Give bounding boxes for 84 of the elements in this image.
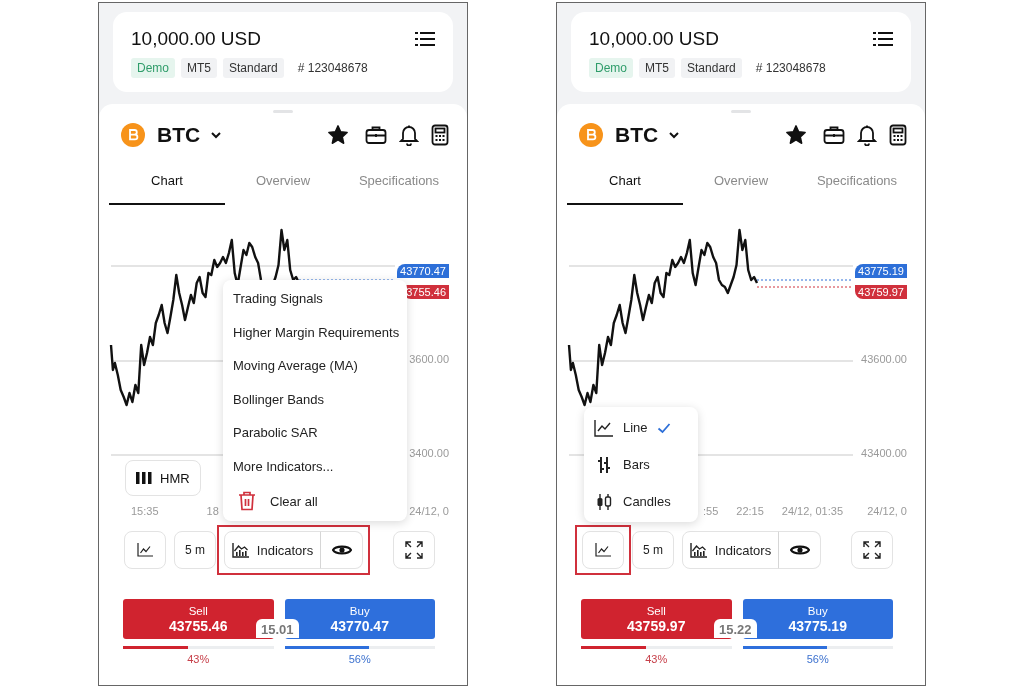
eye-icon: [789, 543, 810, 557]
account-balance: 10,000.00 USD: [589, 28, 719, 50]
tab[interactable]: Chart: [109, 157, 225, 205]
fullscreen-icon: [405, 541, 423, 559]
trash-icon: [238, 491, 256, 511]
hmr-button[interactable]: HMR: [125, 460, 201, 496]
indicators-button[interactable]: Indicators: [682, 531, 779, 569]
time-axis-label: 15:35: [131, 505, 159, 517]
indicators-button[interactable]: Indicators: [224, 531, 321, 569]
timeframe-button[interactable]: 5 m: [174, 531, 216, 569]
chart-type-button[interactable]: [124, 531, 166, 569]
briefcase-icon[interactable]: [823, 125, 845, 145]
tab[interactable]: Overview: [683, 157, 799, 205]
time-axis-label: 24/12, 0: [409, 505, 449, 517]
menu-item[interactable]: Moving Average (MA): [223, 349, 407, 383]
ask-price-tag: 43770.47: [397, 264, 449, 278]
menu-icon[interactable]: [873, 30, 893, 48]
menu-item[interactable]: Line: [584, 409, 698, 446]
sell-share-percent: 43%: [645, 653, 668, 665]
bell-icon[interactable]: [399, 124, 419, 146]
menu-icon[interactable]: [415, 30, 435, 48]
price-axis-label: 43600.00: [861, 353, 907, 365]
symbol-name[interactable]: BTC: [157, 123, 201, 147]
star-icon[interactable]: [785, 124, 807, 146]
fullscreen-button[interactable]: [393, 531, 435, 569]
fullscreen-button[interactable]: [851, 531, 893, 569]
account-tag: MT5: [639, 58, 675, 78]
indicators-icon: [689, 542, 707, 558]
account-tag: Demo: [589, 58, 633, 78]
spread-value: 15.22: [714, 619, 757, 638]
account-tag: Standard: [681, 58, 742, 78]
ask-price-tag: 43775.19: [855, 264, 907, 278]
menu-item[interactable]: Bollinger Bands: [223, 382, 407, 416]
time-axis-label: 18: [206, 505, 219, 517]
timeframe-button[interactable]: 5 m: [632, 531, 674, 569]
briefcase-icon[interactable]: [365, 125, 387, 145]
bid-price-tag: 43759.97: [855, 285, 907, 299]
symbol-name[interactable]: BTC: [615, 123, 659, 147]
indicators-icon: [231, 542, 249, 558]
account-tag: Standard: [223, 58, 284, 78]
eye-icon: [331, 543, 352, 557]
line-chart-icon: [595, 543, 611, 557]
menu-item[interactable]: More Indicators...: [223, 449, 407, 483]
line-chart-icon: [594, 418, 614, 437]
time-axis-label: 24/12, 0: [867, 505, 907, 517]
menu-item[interactable]: Higher Margin Requirements: [223, 315, 407, 349]
time-axis-label: 22:15: [736, 505, 764, 517]
fullscreen-icon: [863, 541, 881, 559]
coin-icon: [579, 123, 603, 147]
price-axis-label: 3600.00: [409, 353, 449, 365]
price-axis-label: 43400.00: [861, 447, 907, 459]
line-chart-icon: [137, 543, 153, 557]
chevron-down-icon[interactable]: [210, 131, 223, 139]
sell-share-percent: 43%: [187, 653, 210, 665]
tab[interactable]: Overview: [225, 157, 341, 205]
time-axis-label: :55: [703, 505, 719, 517]
account-number: # 123048678: [755, 61, 826, 75]
calculator-icon[interactable]: [889, 124, 907, 146]
star-icon[interactable]: [327, 124, 349, 146]
buy-share-percent: 56%: [348, 653, 371, 665]
candlestick-icon: [594, 492, 614, 511]
visibility-button[interactable]: [320, 531, 363, 569]
menu-item[interactable]: Parabolic SAR: [223, 416, 407, 450]
tab[interactable]: Specifications: [799, 157, 915, 205]
bell-icon[interactable]: [857, 124, 877, 146]
calculator-icon[interactable]: [431, 124, 449, 146]
chevron-down-icon[interactable]: [668, 131, 681, 139]
account-tag: MT5: [181, 58, 217, 78]
spread-value: 15.01: [256, 619, 299, 638]
chart-type-button[interactable]: [582, 531, 624, 569]
bars-icon: [136, 472, 152, 484]
coin-icon: [121, 123, 145, 147]
time-axis-label: 24/12, 01:35: [781, 505, 843, 517]
tab[interactable]: Chart: [567, 157, 683, 205]
tab[interactable]: Specifications: [341, 157, 457, 205]
account-tag: Demo: [131, 58, 175, 78]
price-axis-label: 3400.00: [409, 447, 449, 459]
menu-item[interactable]: Candles: [584, 483, 698, 520]
visibility-button[interactable]: [778, 531, 821, 569]
buy-share-percent: 56%: [806, 653, 829, 665]
clear-all-item[interactable]: Clear all: [223, 483, 407, 519]
account-balance: 10,000.00 USD: [131, 28, 261, 50]
menu-item[interactable]: Bars: [584, 446, 698, 483]
account-number: # 123048678: [297, 61, 368, 75]
